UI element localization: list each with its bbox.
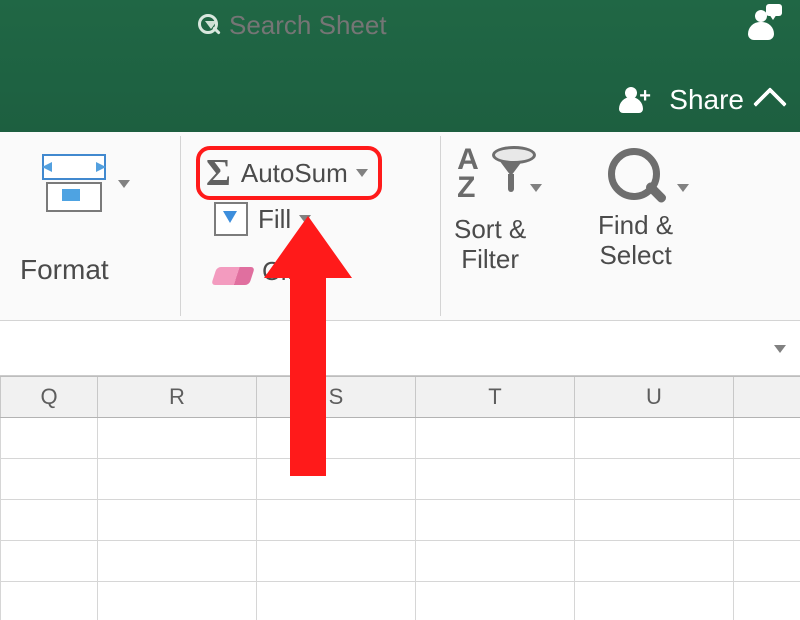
fill-button[interactable]: Fill [214, 202, 311, 236]
cell[interactable] [98, 541, 257, 581]
column-header-u[interactable]: U [575, 377, 734, 417]
format-button[interactable]: Format [20, 254, 109, 286]
autosum-label: AutoSum [241, 158, 348, 189]
cell[interactable] [416, 582, 575, 620]
cell[interactable] [98, 459, 257, 499]
sort-filter-label: Sort & Filter [454, 214, 526, 274]
chevron-down-icon[interactable] [356, 169, 368, 177]
cell[interactable] [257, 418, 416, 458]
column-header-q[interactable]: Q [0, 377, 98, 417]
chevron-down-icon[interactable] [118, 180, 130, 188]
autosum-button[interactable]: Σ AutoSum [196, 146, 382, 200]
sigma-icon: Σ [206, 154, 231, 192]
cell[interactable] [0, 582, 98, 620]
formula-bar[interactable] [0, 321, 800, 376]
cell[interactable] [257, 582, 416, 620]
cell[interactable] [98, 418, 257, 458]
cell[interactable] [416, 459, 575, 499]
ribbon: Format Σ AutoSum Fill Clear AZ [0, 132, 800, 321]
cell[interactable] [575, 582, 734, 620]
format-icon [36, 154, 108, 210]
column-header-r[interactable]: R [98, 377, 257, 417]
cell[interactable] [0, 541, 98, 581]
table-row [0, 418, 800, 459]
cell[interactable] [416, 418, 575, 458]
search-input[interactable] [227, 9, 566, 42]
sort-filter-icon: AZ [455, 146, 525, 214]
cell[interactable] [257, 459, 416, 499]
cell[interactable] [575, 500, 734, 540]
cell[interactable] [575, 459, 734, 499]
table-row [0, 459, 800, 500]
expand-formula-bar-icon[interactable] [774, 345, 786, 353]
share-button[interactable]: + Share [615, 84, 782, 116]
title-bar: + Share [0, 0, 800, 132]
find-select-label: Find & Select [598, 210, 673, 270]
cell[interactable] [98, 500, 257, 540]
magnify-icon [604, 146, 668, 210]
table-row [0, 541, 800, 582]
chevron-down-icon[interactable] [530, 184, 542, 192]
find-select-button[interactable]: Find & Select [598, 146, 673, 270]
cell[interactable] [416, 500, 575, 540]
share-label: Share [669, 84, 744, 116]
table-row [0, 500, 800, 541]
fill-down-icon [214, 202, 248, 236]
app-window: + Share Format Σ AutoSum Fill [0, 0, 800, 620]
column-header-s[interactable]: S [257, 377, 416, 417]
chevron-down-icon[interactable] [677, 184, 689, 192]
fill-label: Fill [258, 204, 291, 235]
comments-icon[interactable] [742, 4, 782, 44]
column-header-t[interactable]: T [416, 377, 575, 417]
cell[interactable] [0, 459, 98, 499]
search-icon [194, 11, 203, 39]
table-row [0, 582, 800, 620]
chevron-down-icon[interactable] [299, 215, 311, 223]
cell[interactable] [575, 418, 734, 458]
cell[interactable] [257, 500, 416, 540]
clear-button[interactable]: Clear [214, 256, 344, 287]
eraser-icon [214, 259, 252, 285]
spreadsheet-grid[interactable] [0, 418, 800, 620]
chevron-down-icon[interactable] [332, 268, 344, 276]
column-headers: QRSTU [0, 376, 800, 418]
clear-label: Clear [262, 256, 324, 287]
cell[interactable] [0, 418, 98, 458]
sort-filter-button[interactable]: AZ Sort & Filter [454, 146, 526, 274]
cell[interactable] [257, 541, 416, 581]
cell[interactable] [0, 500, 98, 540]
search-sheet[interactable] [194, 6, 566, 44]
chevron-up-icon[interactable] [753, 87, 787, 121]
cell[interactable] [416, 541, 575, 581]
share-icon: + [615, 85, 655, 115]
cell[interactable] [98, 582, 257, 620]
cell[interactable] [575, 541, 734, 581]
